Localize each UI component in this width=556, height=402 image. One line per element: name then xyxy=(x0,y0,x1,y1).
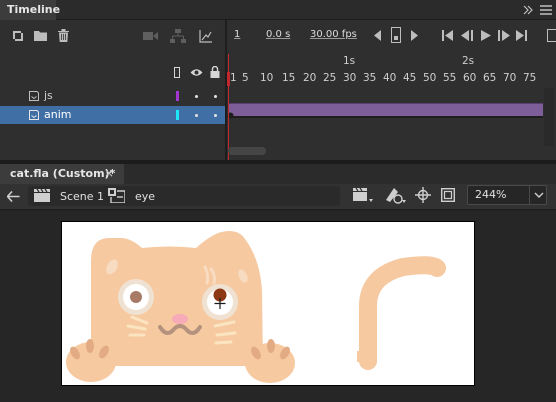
center-frame-icon[interactable] xyxy=(391,27,401,43)
clip-content-icon[interactable] xyxy=(441,188,455,202)
play-icon[interactable] xyxy=(481,30,491,41)
ruler-frame-number: 1 xyxy=(230,72,237,84)
back-arrow-icon[interactable] xyxy=(7,191,20,202)
scene-clapper-icon xyxy=(34,189,50,202)
last-frame-icon[interactable] xyxy=(516,30,527,41)
playhead-handle[interactable] xyxy=(227,72,230,86)
frame-rate[interactable]: 30.00 fps xyxy=(310,29,357,40)
ruler-second-label: 2s xyxy=(462,55,475,67)
ruler-frame-number: 60 xyxy=(463,72,477,84)
previous-frame-icon[interactable] xyxy=(461,30,474,41)
lock-dot[interactable] xyxy=(214,114,217,117)
collapse-panel-icon[interactable] xyxy=(522,4,534,16)
visibility-dot[interactable] xyxy=(195,114,198,117)
ruler-frame-number: 65 xyxy=(483,72,497,84)
breadcrumb-symbol[interactable]: eye xyxy=(135,190,155,203)
elapsed-time[interactable]: 0.0 s xyxy=(266,29,290,40)
zoom-divider xyxy=(529,186,530,204)
ruler-frame-number: 45 xyxy=(403,72,417,84)
onion-next-icon[interactable] xyxy=(410,30,418,41)
symbol-icon xyxy=(108,188,125,203)
ruler-frame-number: 30 xyxy=(343,72,357,84)
layer-color-swatch[interactable] xyxy=(176,91,179,101)
loop-icon[interactable] xyxy=(547,29,556,42)
ruler-frame-number: 15 xyxy=(282,72,296,84)
document-tab-title[interactable]: cat.fla (Custom)* xyxy=(10,167,115,180)
new-folder-icon[interactable] xyxy=(34,30,47,41)
layer-parenting-icon[interactable] xyxy=(170,29,186,43)
layer-name[interactable]: js xyxy=(44,89,53,102)
timeline-horizontal-scrollbar[interactable] xyxy=(228,147,266,155)
onion-prev-icon[interactable] xyxy=(374,30,382,41)
layer-type-icon xyxy=(29,91,39,101)
eye-icon[interactable] xyxy=(190,68,203,77)
new-layer-icon[interactable] xyxy=(12,30,24,42)
tween-span-line xyxy=(229,116,543,118)
playhead[interactable] xyxy=(228,54,229,160)
camera-icon[interactable] xyxy=(143,31,158,41)
current-frame[interactable]: 1 xyxy=(234,29,240,40)
ruler-frame-number: 25 xyxy=(323,72,337,84)
center-stage-icon[interactable] xyxy=(415,187,431,203)
first-frame-icon[interactable] xyxy=(442,30,453,41)
ruler-frame-number: 70 xyxy=(503,72,517,84)
ruler-frame-number: 10 xyxy=(260,72,274,84)
layers-frames-divider[interactable] xyxy=(225,20,227,160)
ruler-frame-number: 20 xyxy=(303,72,317,84)
timeline-tab[interactable]: Timeline xyxy=(0,0,60,20)
outline-column-icon[interactable] xyxy=(174,67,180,78)
layer-type-icon xyxy=(29,110,39,120)
zoom-value[interactable]: 244% xyxy=(475,188,506,201)
delete-layer-icon[interactable] xyxy=(58,29,69,42)
ruler-frame-number: 50 xyxy=(423,72,437,84)
next-frame-icon[interactable] xyxy=(497,30,510,41)
ruler-second-label: 1s xyxy=(343,55,356,67)
ruler-frame-number: 5 xyxy=(242,72,249,84)
ruler-frame-number: 40 xyxy=(383,72,397,84)
cat-artwork[interactable] xyxy=(61,221,475,386)
lock-dot[interactable] xyxy=(214,95,217,98)
edit-scene-icon[interactable] xyxy=(353,188,373,203)
layer-row-anim[interactable]: anim xyxy=(0,106,226,124)
timeline-tabbar xyxy=(0,0,556,20)
chevron-down-icon[interactable] xyxy=(534,192,544,198)
layer-color-swatch[interactable] xyxy=(176,110,179,120)
visibility-dot[interactable] xyxy=(195,95,198,98)
ruler-frame-number: 35 xyxy=(363,72,377,84)
graph-editor-icon[interactable] xyxy=(199,29,213,43)
timeline-vertical-scrollbar[interactable] xyxy=(544,88,554,146)
lock-icon[interactable] xyxy=(210,66,220,78)
layer-row-js[interactable]: js xyxy=(0,87,226,105)
ruler-frame-number: 75 xyxy=(523,72,537,84)
breadcrumb-scene[interactable]: Scene 1 xyxy=(60,190,104,203)
edit-symbols-icon[interactable] xyxy=(384,186,406,204)
close-icon[interactable]: × xyxy=(104,166,114,180)
layer-name[interactable]: anim xyxy=(44,108,71,121)
panel-menu-icon[interactable] xyxy=(540,5,552,15)
ruler-frame-number: 55 xyxy=(443,72,457,84)
